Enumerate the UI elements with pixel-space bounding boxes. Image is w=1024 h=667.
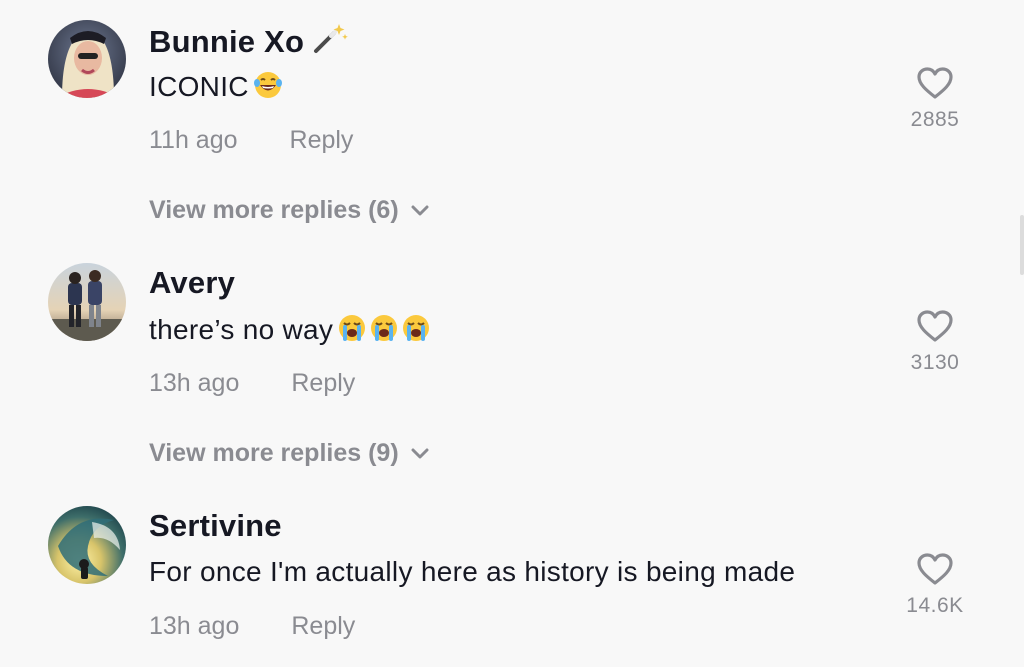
like-count: 2885 bbox=[910, 108, 960, 131]
like-count: 14.6K bbox=[906, 594, 964, 617]
timestamp: 11h ago bbox=[149, 126, 238, 154]
like-button[interactable]: 14.6K bbox=[895, 552, 975, 618]
avatar[interactable] bbox=[48, 20, 126, 98]
chevron-down-icon bbox=[411, 448, 429, 459]
chevron-down-icon bbox=[411, 205, 429, 216]
like-count: 3130 bbox=[910, 351, 960, 374]
comment-meta: 11h ago Reply bbox=[149, 126, 353, 155]
comment-meta: 13h ago Reply bbox=[149, 369, 355, 398]
laughing-tears-emoji bbox=[253, 72, 282, 98]
reply-button[interactable]: Reply bbox=[290, 126, 354, 155]
timestamp: 13h ago bbox=[149, 369, 240, 397]
username[interactable]: Avery bbox=[149, 265, 235, 301]
username[interactable]: Sertivine bbox=[149, 508, 282, 544]
username[interactable]: Bunnie Xo bbox=[149, 22, 348, 60]
reply-button[interactable]: Reply bbox=[291, 369, 355, 398]
like-button[interactable]: 2885 bbox=[895, 66, 975, 132]
avatar[interactable] bbox=[48, 506, 126, 584]
view-more-replies[interactable]: View more replies (9) bbox=[149, 439, 429, 468]
heart-icon bbox=[917, 310, 953, 342]
comment-meta: 13h ago Reply bbox=[149, 612, 355, 641]
comment-feed: Bunnie Xo ICONIC 11h ago Reply 2885 View… bbox=[0, 0, 1024, 667]
loudly-crying-emoji bbox=[371, 315, 398, 341]
heart-icon bbox=[917, 553, 953, 585]
loudly-crying-emoji bbox=[339, 315, 366, 341]
reply-button[interactable]: Reply bbox=[291, 612, 355, 641]
loudly-crying-emoji bbox=[403, 315, 430, 341]
like-button[interactable]: 3130 bbox=[895, 309, 975, 375]
comment-text: For once I'm actually here as history is… bbox=[149, 556, 796, 587]
scrollbar[interactable] bbox=[1020, 215, 1024, 275]
comment-text: there’s no way bbox=[149, 313, 431, 346]
magic-wand-icon bbox=[314, 24, 348, 53]
timestamp: 13h ago bbox=[149, 612, 240, 640]
avatar[interactable] bbox=[48, 263, 126, 341]
comment-text: ICONIC bbox=[149, 70, 283, 103]
heart-icon bbox=[917, 67, 953, 99]
view-more-replies[interactable]: View more replies (6) bbox=[149, 196, 429, 225]
